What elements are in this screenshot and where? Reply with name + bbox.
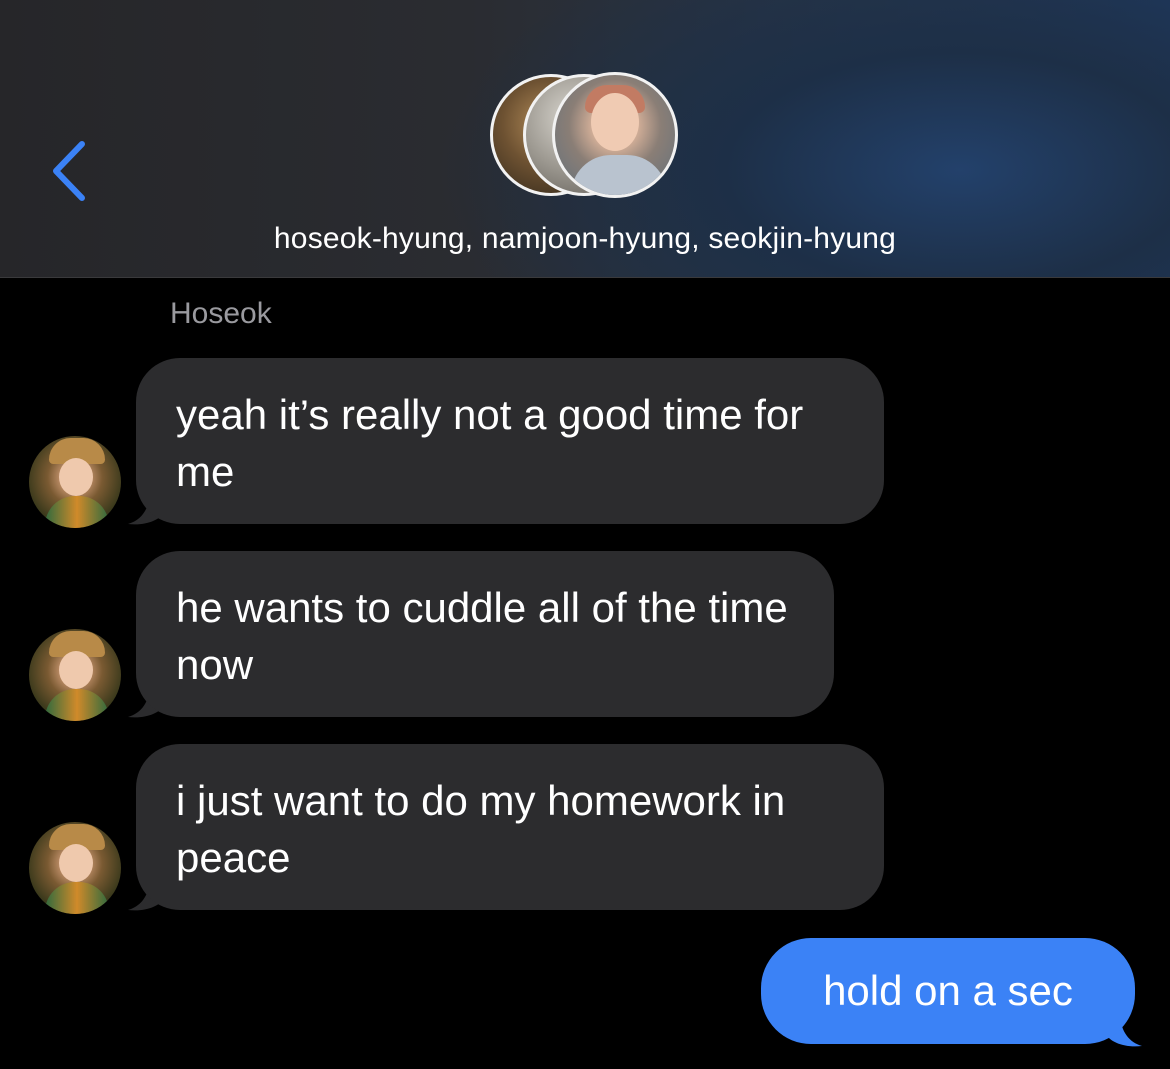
incoming-message-bubble[interactable]: he wants to cuddle all of the time now xyxy=(136,551,834,717)
message-text: yeah it’s really not a good time for me xyxy=(176,391,804,495)
conversation-header: hoseok-hyung, namjoon-hyung, seokjin-hyu… xyxy=(0,0,1170,278)
sender-avatar[interactable] xyxy=(29,436,121,528)
incoming-message-bubble[interactable]: i just want to do my homework in peace xyxy=(136,744,884,910)
sender-name: Hoseok xyxy=(170,297,272,330)
outgoing-message-bubble[interactable]: hold on a sec xyxy=(761,938,1135,1044)
message-text: he wants to cuddle all of the time now xyxy=(176,584,788,688)
back-chevron-icon[interactable] xyxy=(44,138,92,204)
sender-avatar[interactable] xyxy=(29,822,121,914)
message-text: hold on a sec xyxy=(823,967,1073,1014)
sender-avatar[interactable] xyxy=(29,629,121,721)
group-title[interactable]: hoseok-hyung, namjoon-hyung, seokjin-hyu… xyxy=(0,222,1170,256)
message-text: i just want to do my homework in peace xyxy=(176,777,786,881)
incoming-message-bubble[interactable]: yeah it’s really not a good time for me xyxy=(136,358,884,524)
group-avatar-namjoon xyxy=(552,72,678,198)
group-avatars[interactable] xyxy=(490,72,690,202)
